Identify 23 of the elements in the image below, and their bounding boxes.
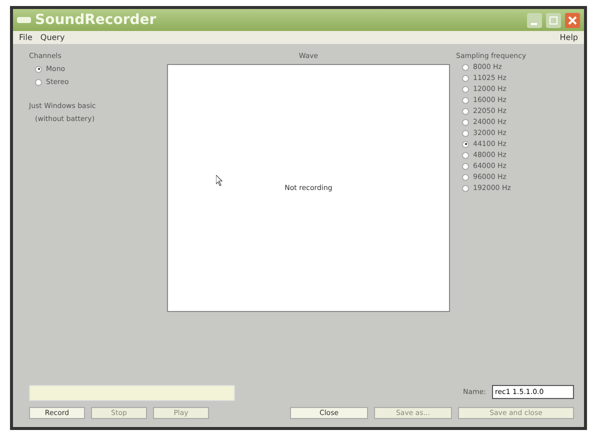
radio-button[interactable]: [462, 96, 469, 104]
radio-button[interactable]: [462, 184, 469, 192]
radio-button[interactable]: [462, 130, 469, 136]
minimize-icon[interactable]: [527, 12, 542, 28]
radio-button[interactable]: [462, 108, 469, 114]
maximize-icon[interactable]: [546, 12, 561, 28]
close-icon[interactable]: [565, 12, 580, 28]
radio-button[interactable]: [462, 140, 469, 148]
cursor-icon: [216, 175, 223, 186]
radio-button[interactable]: [462, 174, 469, 180]
radio-button[interactable]: [35, 78, 42, 86]
radio-button[interactable]: [462, 74, 469, 82]
radio-button[interactable]: [462, 86, 469, 92]
menu-item[interactable]: File: [19, 33, 32, 42]
radio-button[interactable]: [462, 118, 469, 126]
menu-item[interactable]: Help: [560, 33, 578, 42]
radio-button[interactable]: [462, 64, 469, 70]
menu-item[interactable]: Query: [40, 33, 65, 42]
radio-button[interactable]: [35, 66, 42, 72]
radio-button[interactable]: [462, 162, 469, 170]
window-title: SoundRecorder: [35, 12, 158, 28]
radio-button[interactable]: [462, 152, 469, 158]
app-icon: [17, 16, 31, 24]
